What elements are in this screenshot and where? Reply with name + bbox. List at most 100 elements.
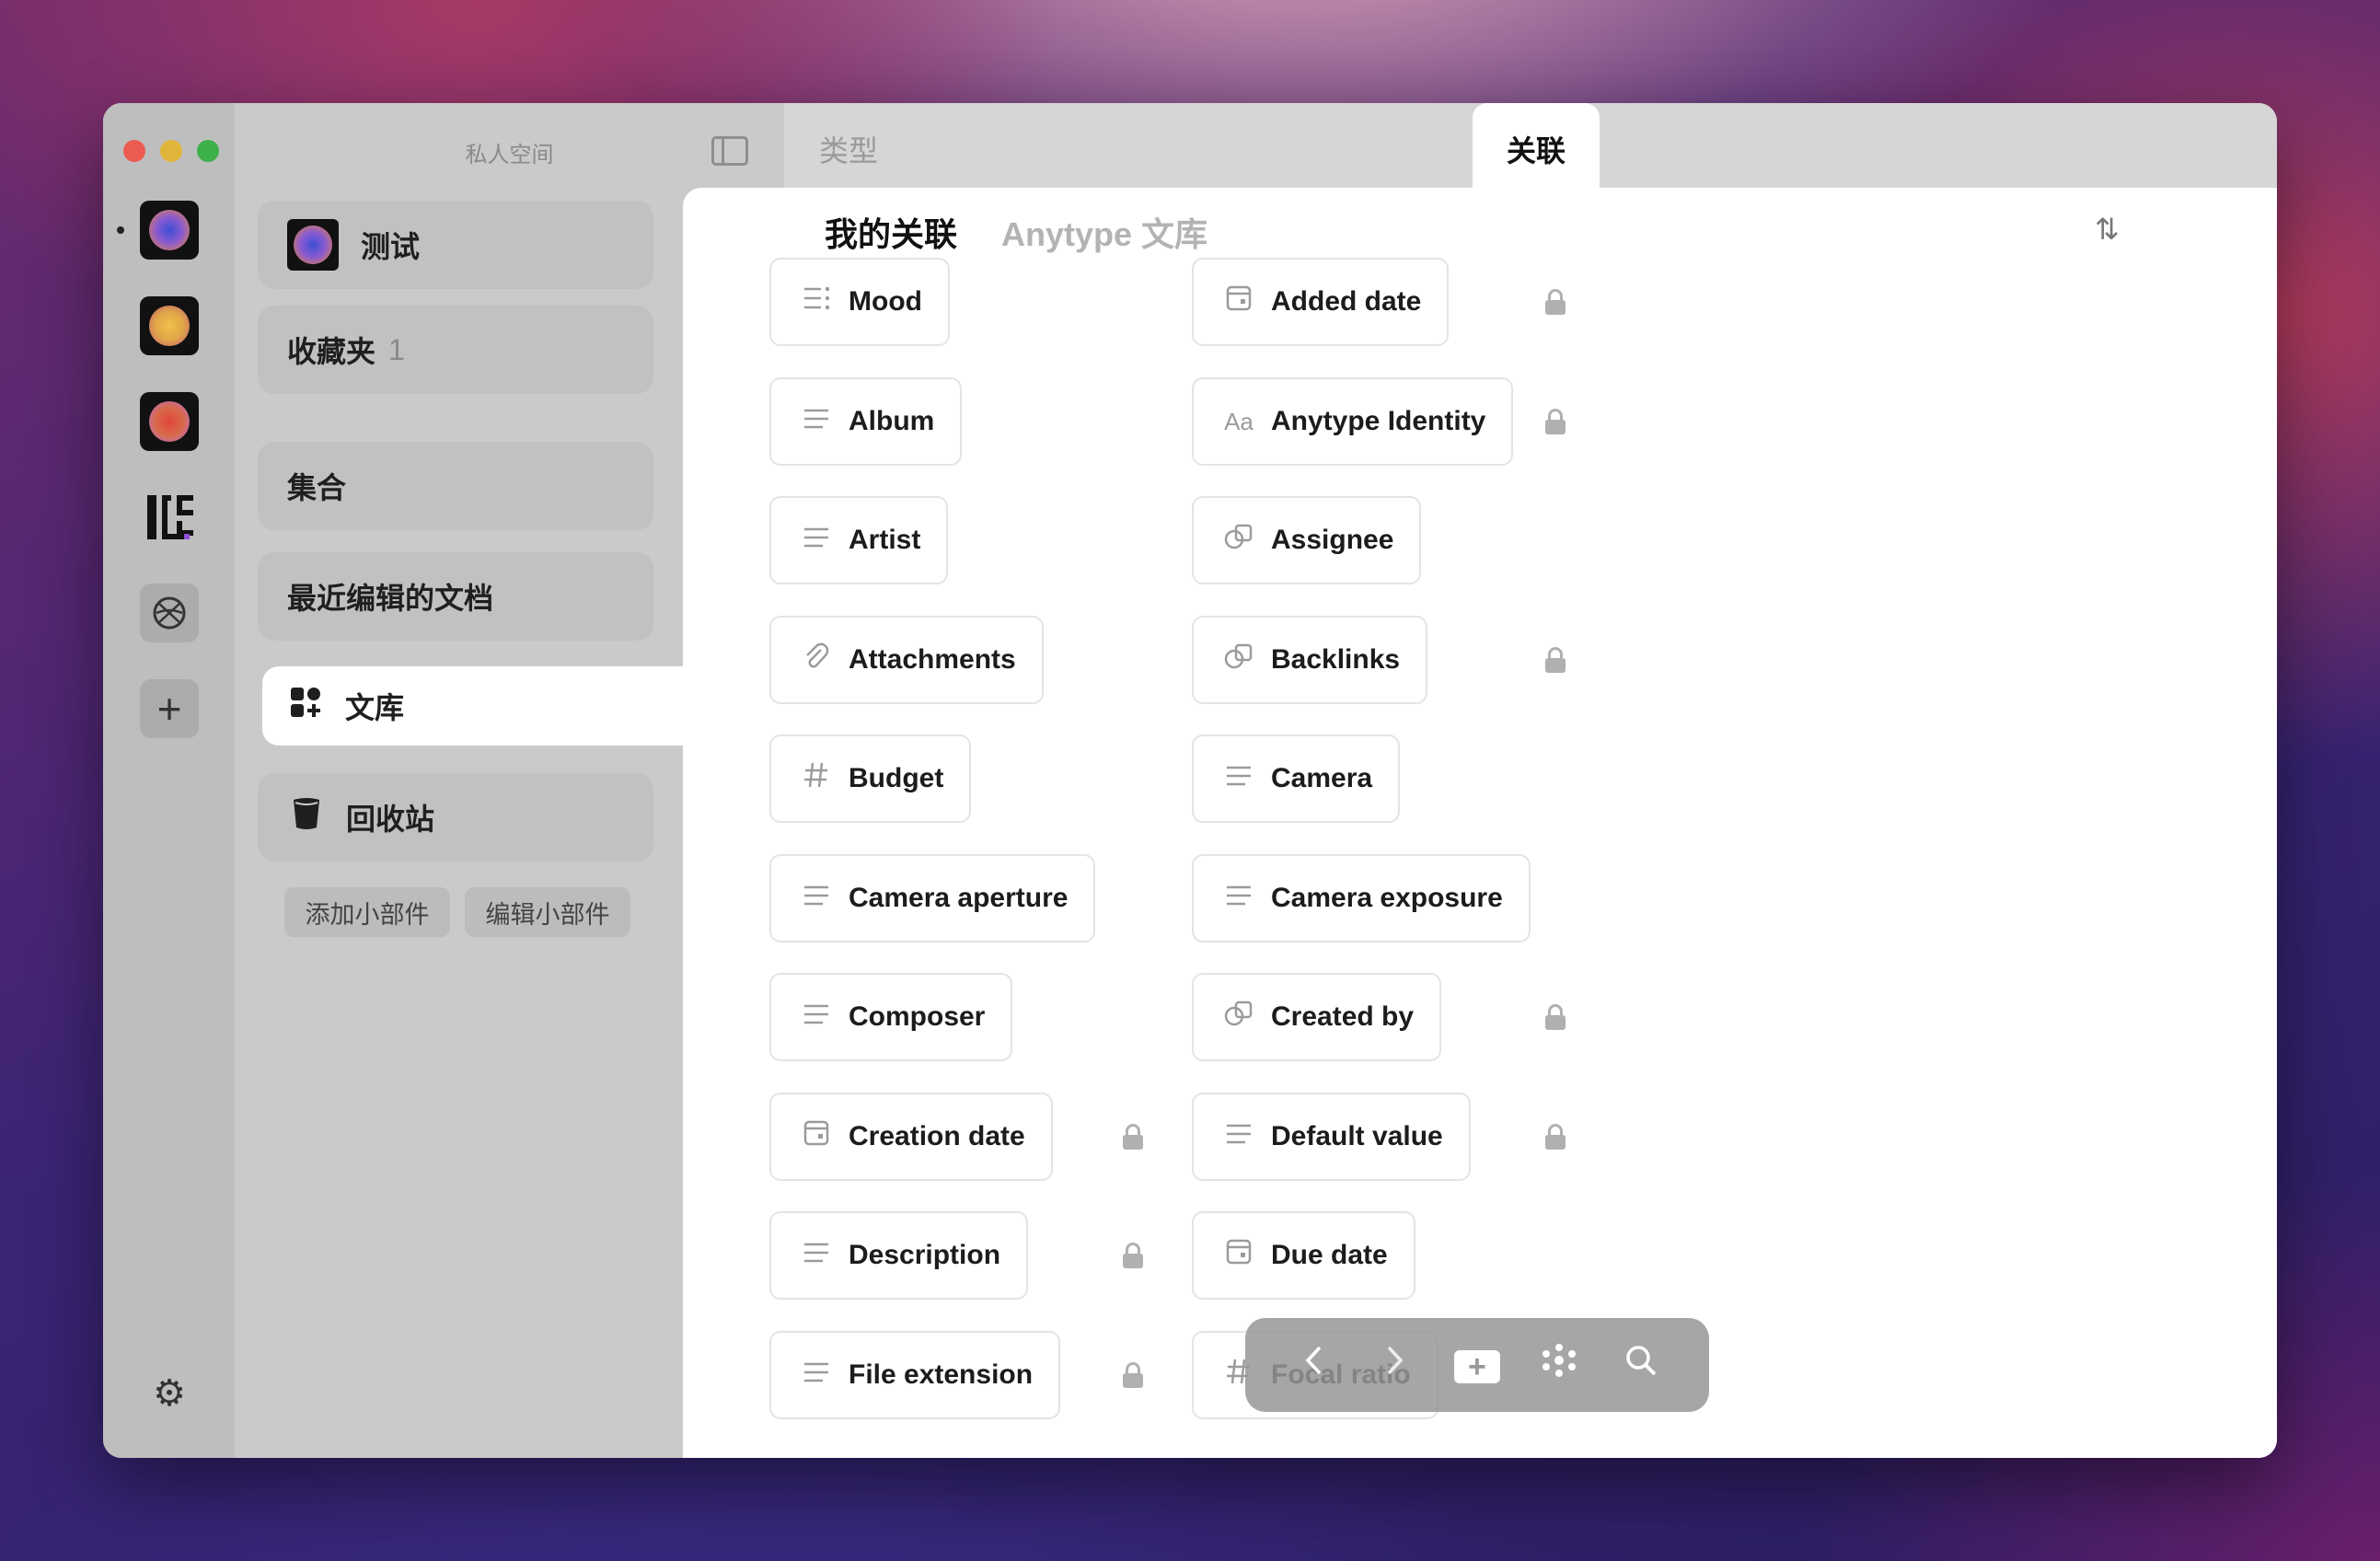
relation-item[interactable]: Composer	[769, 973, 1013, 1061]
lock-icon	[1123, 1123, 1143, 1150]
text-icon	[801, 1240, 832, 1271]
text-icon	[1223, 763, 1254, 794]
tab-relations[interactable]: 关联	[1473, 103, 1600, 201]
app-window: + ⚙ 私人空间 测试 收藏夹 1 集合 最近编辑的文档 文库 回收站 添加小部…	[103, 103, 2277, 1458]
date-icon	[801, 1120, 832, 1153]
active-space-indicator	[117, 226, 124, 234]
text-icon	[1223, 883, 1254, 914]
relation-item[interactable]: Backlinks	[1192, 615, 1428, 704]
widget-space[interactable]: 测试	[258, 201, 653, 289]
relation-label: Mood	[849, 286, 922, 317]
space-avatar-4[interactable]	[140, 488, 199, 547]
widget-favorites[interactable]: 收藏夹 1	[258, 306, 653, 394]
relation-item[interactable]: Camera aperture	[769, 853, 1096, 942]
lock-icon	[1123, 1361, 1143, 1388]
widget-label: 回收站	[346, 803, 435, 836]
date-icon	[1223, 1239, 1254, 1272]
relation-item[interactable]: Aa Anytype Identity	[1192, 376, 1514, 466]
relation-label: Attachments	[849, 643, 1016, 675]
close-window-button[interactable]	[123, 140, 145, 162]
sort-icon[interactable]: ⇅	[2095, 212, 2120, 247]
gallery-button[interactable]	[140, 584, 199, 642]
relation-item[interactable]: Artist	[769, 496, 949, 584]
widget-recent[interactable]: 最近编辑的文档	[258, 552, 653, 641]
text-icon	[801, 525, 832, 556]
relation-item[interactable]: Description	[769, 1211, 1029, 1300]
lock-icon	[1545, 1004, 1565, 1030]
widget-bin[interactable]: 回收站	[258, 773, 653, 861]
relation-item[interactable]: Assignee	[1192, 496, 1422, 584]
relation-label: Creation date	[849, 1120, 1025, 1151]
favorites-count: 1	[388, 332, 405, 366]
relation-item[interactable]: Added date	[1192, 258, 1450, 346]
relation-label: Budget	[849, 763, 944, 793]
graph-icon[interactable]	[1536, 1342, 1582, 1388]
relation-item[interactable]: Camera exposure	[1192, 853, 1531, 942]
number-icon	[801, 761, 832, 796]
relation-label: Description	[849, 1240, 1001, 1270]
space-avatar-3[interactable]	[140, 392, 199, 451]
widget-label: 测试	[361, 230, 421, 263]
lock-icon	[1545, 646, 1565, 673]
add-space-button[interactable]: +	[140, 679, 199, 738]
relation-item[interactable]: Mood	[769, 258, 950, 346]
relations-panel: 我的关联 Anytype 文库 ⇅ Mood Album Artist Attachm…	[683, 188, 2277, 1458]
object-icon	[1223, 1000, 1254, 1035]
widget-label: 文库	[345, 691, 405, 724]
relation-label: File extension	[849, 1359, 1034, 1390]
space-avatar	[287, 219, 339, 271]
date-icon	[1223, 285, 1254, 318]
subtab-my-relations[interactable]: 我的关联	[825, 208, 957, 256]
forward-arrow-icon[interactable]	[1372, 1344, 1418, 1386]
relation-label: Assignee	[1271, 525, 1394, 555]
add-widget-button[interactable]: 添加小部件	[284, 887, 450, 937]
text-icon	[801, 1001, 832, 1033]
new-object-icon[interactable]: +	[1453, 1345, 1500, 1386]
relation-label: Camera exposure	[1271, 882, 1503, 913]
lock-icon	[1123, 1243, 1143, 1268]
subtab-anytype-library[interactable]: Anytype 文库	[1001, 208, 1207, 256]
library-icon	[286, 686, 325, 726]
relation-item[interactable]: File extension	[769, 1330, 1061, 1419]
lock-icon	[1545, 408, 1565, 434]
relation-label: Camera aperture	[849, 882, 1069, 913]
text-icon	[801, 1359, 832, 1391]
space-avatar-2[interactable]	[140, 296, 199, 355]
widget-label: 集合	[287, 471, 347, 504]
relation-item[interactable]: Attachments	[769, 615, 1044, 704]
sidebar-toggle-icon[interactable]	[711, 136, 748, 166]
lock-icon	[1545, 289, 1565, 315]
search-icon[interactable]	[1618, 1343, 1664, 1387]
relation-item[interactable]: Creation date	[769, 1092, 1053, 1181]
widget-label: 最近编辑的文档	[287, 582, 494, 615]
text-icon	[801, 406, 832, 437]
font-icon: Aa	[1224, 407, 1254, 435]
object-icon	[1223, 523, 1254, 558]
lock-icon	[1545, 1123, 1565, 1150]
text-icon	[1223, 1121, 1254, 1152]
widget-library[interactable]: 文库	[262, 666, 686, 746]
relation-item[interactable]: Created by	[1192, 973, 1442, 1061]
settings-gear-icon[interactable]: ⚙	[149, 1373, 190, 1414]
relation-label: Created by	[1271, 1001, 1415, 1032]
minimize-window-button[interactable]	[160, 140, 182, 162]
text-icon	[801, 883, 832, 914]
space-title: 私人空间	[465, 143, 554, 168]
basketball-icon	[153, 596, 186, 630]
tab-types[interactable]: 类型	[803, 103, 895, 195]
relation-item[interactable]: Album	[769, 376, 963, 466]
relation-label: Backlinks	[1271, 643, 1401, 675]
floating-navigation: +	[1245, 1318, 1709, 1412]
edit-widget-button[interactable]: 编辑小部件	[465, 887, 630, 937]
zoom-window-button[interactable]	[197, 140, 219, 162]
relation-item[interactable]: Due date	[1192, 1211, 1415, 1300]
widget-sets[interactable]: 集合	[258, 442, 653, 530]
paperclip-icon	[801, 642, 832, 677]
space-avatar-1[interactable]	[140, 201, 199, 260]
trash-icon	[287, 796, 326, 838]
back-arrow-icon[interactable]	[1290, 1344, 1336, 1386]
relation-label: Added date	[1271, 286, 1422, 317]
relation-item[interactable]: Camera	[1192, 734, 1401, 823]
relation-item[interactable]: Budget	[769, 734, 972, 823]
relation-item[interactable]: Default value	[1192, 1092, 1471, 1181]
